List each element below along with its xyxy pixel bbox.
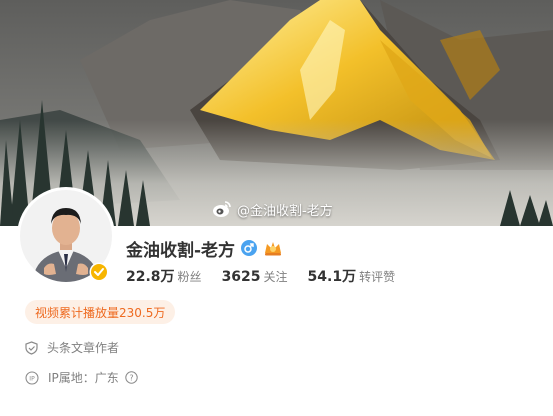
- svg-text:IP: IP: [29, 375, 35, 382]
- stat-followers[interactable]: 22.8万 粉丝: [126, 266, 202, 286]
- svg-text:?: ?: [129, 373, 133, 382]
- author-role-text: 头条文章作者: [47, 341, 120, 355]
- shield-check-icon: [25, 340, 38, 355]
- weibo-logo-icon: [213, 201, 231, 217]
- stat-label: 转评赞: [359, 270, 396, 284]
- stat-value: 3625: [221, 269, 261, 285]
- author-role-row: 头条文章作者: [25, 339, 119, 356]
- profile-stats: 22.8万 粉丝 3625 关注 54.1万 转评赞: [126, 266, 415, 286]
- ip-location-text: IP属地：广东: [48, 371, 119, 385]
- stat-value: 54.1万: [307, 269, 357, 285]
- name-row: 金油收割-老方: [126, 236, 283, 261]
- stat-following[interactable]: 3625 关注: [222, 268, 288, 285]
- ip-location-icon: IP: [25, 370, 39, 385]
- stat-label: 关注: [263, 270, 288, 284]
- avatar[interactable]: [17, 187, 115, 285]
- profile-name: 金油收割-老方: [126, 240, 236, 261]
- verified-badge-icon: [89, 262, 109, 282]
- question-mark-icon[interactable]: ?: [125, 371, 138, 384]
- stat-label: 粉丝: [177, 270, 202, 284]
- crown-icon[interactable]: [263, 239, 283, 257]
- cover-watermark: @金油收割-老方: [212, 199, 333, 219]
- stat-engagement: 54.1万 转评赞: [308, 266, 396, 286]
- watermark-text: @金油收割-老方: [237, 203, 333, 219]
- stat-value: 22.8万: [126, 269, 175, 285]
- male-icon: [241, 240, 258, 256]
- ip-location-row: IP IP属地：广东 ?: [25, 369, 138, 386]
- video-views-badge: 视频累计播放量230.5万: [25, 300, 176, 324]
